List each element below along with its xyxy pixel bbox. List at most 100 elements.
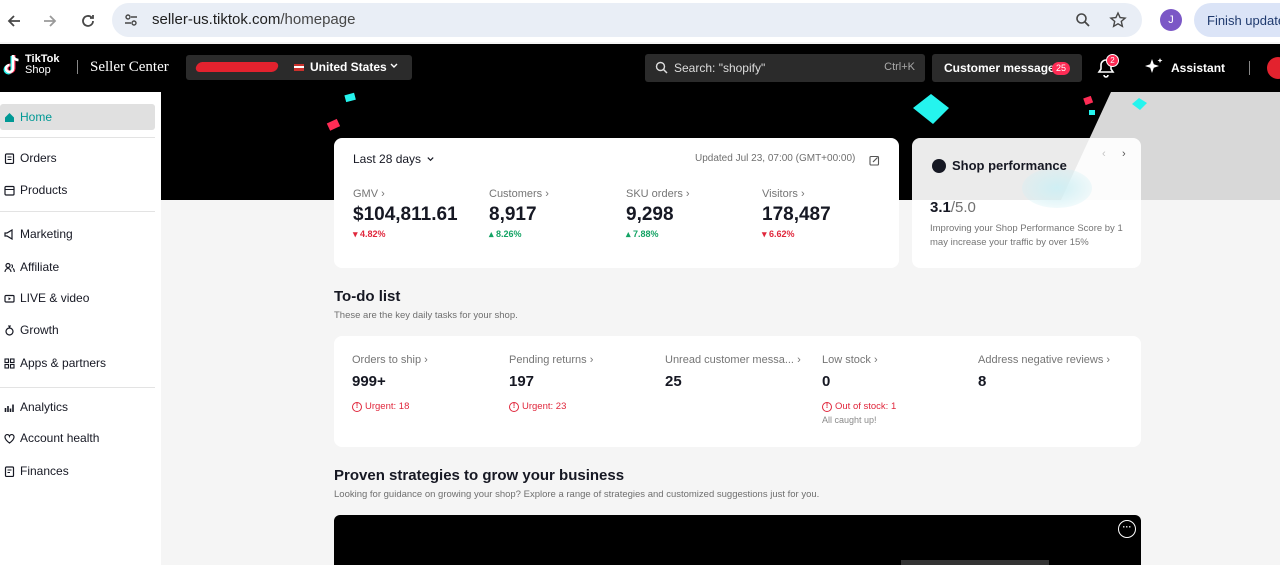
megaphone-icon <box>3 228 15 240</box>
people-icon <box>3 261 15 273</box>
out-of-stock-alert: ! Out of stock: 1 <box>822 401 896 412</box>
date-range-selector[interactable]: Last 28 days <box>353 152 435 166</box>
sidebar-item-finances[interactable]: Finances <box>0 458 155 484</box>
bookmark-star-icon[interactable] <box>1109 11 1127 29</box>
sidebar-item-affiliate[interactable]: Affiliate <box>0 254 155 280</box>
forward-arrow-icon[interactable] <box>38 9 62 33</box>
browser-toolbar: seller-us.tiktok.com/homepage J Finish u… <box>0 0 1280 42</box>
video-progress-strip <box>901 560 1049 565</box>
todo-unread-messages[interactable]: Unread customer messa... › 25 <box>665 354 801 390</box>
todo-label-text: Low stock <box>822 354 871 366</box>
edit-icon[interactable] <box>869 153 880 171</box>
todo-label-text: Unread customer messa... <box>665 354 794 366</box>
sidebar-item-live-video[interactable]: LIVE & video <box>0 285 155 311</box>
todo-negative-reviews[interactable]: Address negative reviews › 8 <box>978 354 1110 390</box>
search-icon <box>655 61 668 79</box>
sidebar-item-growth[interactable]: Growth <box>0 317 155 343</box>
tiktok-shop-logo[interactable]: TikTok Shop <box>2 54 59 76</box>
kpi-change: ▾ 4.82% <box>353 229 458 240</box>
header-divider-right <box>1249 61 1250 75</box>
alert-icon: ! <box>509 401 519 412</box>
kpi-gmv[interactable]: GMV › $104,811.61 ▾ 4.82% <box>353 188 458 240</box>
finances-icon <box>3 465 15 477</box>
todo-pending-returns[interactable]: Pending returns › 197 ! Urgent: 23 <box>509 354 593 412</box>
shop-performance-title: Shop performance <box>952 158 1067 173</box>
sidebar-item-analytics[interactable]: Analytics <box>0 394 155 420</box>
confetti-decoration <box>913 94 949 124</box>
todo-label: Low stock › <box>822 354 896 366</box>
sidebar-item-label: Orders <box>20 151 57 165</box>
logo-line2: Shop <box>25 64 51 76</box>
chevron-right-icon: › <box>545 188 549 200</box>
messages-count-badge: 25 <box>1052 62 1070 75</box>
finish-update-button[interactable]: Finish update <box>1194 3 1280 37</box>
sidebar-item-label: Analytics <box>20 400 69 414</box>
confetti-decoration <box>1132 98 1147 110</box>
sidebar-item-marketing[interactable]: Marketing <box>0 221 155 247</box>
kpi-customers[interactable]: Customers › 8,917 ▴ 8.26% <box>489 188 549 240</box>
video-icon <box>3 292 15 304</box>
todo-label: Address negative reviews › <box>978 354 1110 366</box>
score-value: 3.1 <box>930 199 951 216</box>
sidebar-item-label: Affiliate <box>20 260 60 274</box>
alert-icon: ! <box>352 401 362 412</box>
strategies-video-card[interactable]: ··· <box>334 515 1141 565</box>
todo-orders-to-ship[interactable]: Orders to ship › 999+ ! Urgent: 18 <box>352 354 428 412</box>
urgent-alert: ! Urgent: 18 <box>352 401 428 412</box>
todo-label: Pending returns › <box>509 354 593 366</box>
kpi-value: 8,917 <box>489 204 537 225</box>
todo-value: 0 <box>822 373 831 390</box>
sidebar-divider <box>0 137 155 138</box>
sidebar-item-label: Account health <box>20 431 100 445</box>
todo-label: Orders to ship › <box>352 354 428 366</box>
kpi-visitors[interactable]: Visitors › 178,487 ▾ 6.62% <box>762 188 831 240</box>
todo-note: All caught up! <box>822 415 877 425</box>
browser-profile-avatar[interactable]: J <box>1160 9 1182 31</box>
sidebar-item-label: Growth <box>20 323 59 337</box>
chevron-down-icon <box>427 157 435 162</box>
assistant-button[interactable]: Assistant <box>1171 61 1225 75</box>
todo-low-stock[interactable]: Low stock › 0 ! Out of stock: 1 All caugh… <box>822 354 896 425</box>
kpi-change: ▴ 8.26% <box>489 229 549 240</box>
shop-performance-icon <box>932 159 946 173</box>
shop-performance-card[interactable]: Shop performance ‹ › 3.1/5.0 Improving y… <box>912 138 1141 268</box>
chevron-right-icon: › <box>381 188 385 200</box>
sidebar-item-label: Marketing <box>20 227 73 241</box>
alert-icon: ! <box>822 401 832 412</box>
kpi-sku-orders[interactable]: SKU orders › 9,298 ▴ 7.88% <box>626 188 690 240</box>
customer-messages-button[interactable]: Customer messages 25 <box>932 54 1082 82</box>
reload-icon[interactable] <box>76 9 100 33</box>
apps-icon <box>3 357 15 369</box>
sidebar-divider <box>0 211 155 212</box>
zoom-icon[interactable] <box>1074 11 1092 29</box>
analytics-icon <box>3 401 15 413</box>
store-region-selector[interactable]: United States <box>186 55 412 80</box>
back-arrow-icon[interactable] <box>2 9 26 33</box>
kpi-label: Visitors › <box>762 188 831 200</box>
more-options-icon[interactable]: ··· <box>1118 520 1136 538</box>
site-settings-icon[interactable] <box>122 11 140 29</box>
kpi-change-value: 7.88% <box>633 229 659 239</box>
todo-value: 25 <box>665 373 682 390</box>
url-host: seller-us.tiktok.com <box>152 11 281 28</box>
global-search-input[interactable]: Search: "shopify" Ctrl+K <box>645 54 925 82</box>
confetti-decoration <box>1083 95 1094 106</box>
region-label: United States <box>310 60 387 74</box>
strategies-title: Proven strategies to grow your business <box>334 467 625 484</box>
address-bar[interactable]: seller-us.tiktok.com/homepage <box>112 3 1142 37</box>
chevron-right-icon[interactable]: › <box>1122 148 1126 160</box>
chevron-right-icon: › <box>685 188 690 200</box>
alert-text: Urgent: 18 <box>365 401 410 412</box>
sparkle-icon[interactable] <box>1144 57 1164 82</box>
perf-glow-decoration <box>1022 168 1092 208</box>
account-avatar[interactable] <box>1267 57 1280 79</box>
sidebar-item-products[interactable]: Products <box>0 177 155 203</box>
sidebar-item-apps-partners[interactable]: Apps & partners <box>0 350 155 376</box>
chevron-right-icon: › <box>873 354 878 366</box>
sidebar-item-account-health[interactable]: Account health <box>0 425 155 451</box>
tiktok-logo-icon <box>3 54 19 75</box>
chevron-left-icon[interactable]: ‹ <box>1102 148 1106 160</box>
sidebar-item-orders[interactable]: Orders <box>0 145 155 171</box>
chevron-down-icon <box>389 60 399 73</box>
sidebar-item-home[interactable]: Home <box>0 104 155 130</box>
